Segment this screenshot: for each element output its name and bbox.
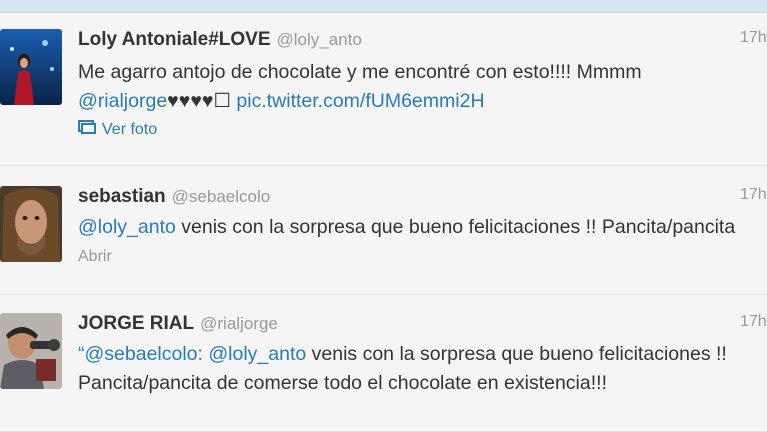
timestamp[interactable]: 17h <box>740 313 767 331</box>
display-name[interactable]: JORGE RIAL <box>78 313 194 334</box>
mention-link[interactable]: @loly_anto <box>78 216 176 238</box>
photo-icon <box>78 120 96 139</box>
pic-link[interactable]: pic.twitter.com/fUM6emmi2H <box>236 90 484 112</box>
tweet-item[interactable]: Loly Antoniale#LOVE @loly_anto 17h Me aga… <box>0 13 767 166</box>
avatar[interactable] <box>0 29 62 105</box>
avatar[interactable] <box>0 313 62 389</box>
hearts-text: ♥♥♥♥☐ <box>167 90 231 112</box>
mention-link[interactable]: @rialjorge <box>78 90 167 112</box>
user-name[interactable]: JORGE RIAL @rialjorge <box>78 313 278 335</box>
tweet-text-body: venis con la sorpresa que bueno felicita… <box>175 216 736 238</box>
display-name[interactable]: sebastian <box>78 186 166 207</box>
display-name[interactable]: Loly Antoniale#LOVE <box>78 29 271 50</box>
view-photo-button[interactable]: Ver foto <box>78 120 157 139</box>
tweet-text: @loly_anto venis con la sorpresa que bue… <box>78 213 735 242</box>
view-photo-label: Ver foto <box>102 120 158 138</box>
mention-link[interactable]: @loly_anto <box>208 343 306 365</box>
user-handle[interactable]: @loly_anto <box>277 30 362 49</box>
top-bar <box>0 0 767 13</box>
open-button[interactable]: Abrir <box>78 248 112 266</box>
open-label: Abrir <box>78 248 112 265</box>
tweet-text-line: @rialjorge♥♥♥♥☐ pic.twitter.com/fUM6emmi… <box>78 87 642 116</box>
mention-link[interactable]: @sebaelcolo: <box>85 343 203 365</box>
timestamp[interactable]: 17h <box>740 29 767 47</box>
tweet-text-line: Me agarro antojo de chocolate y me encon… <box>78 61 642 83</box>
user-name[interactable]: Loly Antoniale#LOVE @loly_anto <box>78 29 362 51</box>
user-handle[interactable]: @rialjorge <box>200 314 278 333</box>
avatar[interactable] <box>0 186 62 262</box>
user-handle[interactable]: @sebaelcolo <box>172 187 271 206</box>
tweet-text: “@sebaelcolo: @loly_anto venis con la so… <box>78 340 758 398</box>
tweet-item[interactable]: sebastian @sebaelcolo 17h @loly_anto veni… <box>0 166 767 295</box>
timestamp[interactable]: 17h <box>740 186 767 204</box>
tweet-text: Me agarro antojo de chocolate y me encon… <box>78 58 642 116</box>
user-name[interactable]: sebastian @sebaelcolo <box>78 186 270 208</box>
tweet-item[interactable]: JORGE RIAL @rialjorge 17h “@sebaelcolo: @… <box>0 295 767 432</box>
